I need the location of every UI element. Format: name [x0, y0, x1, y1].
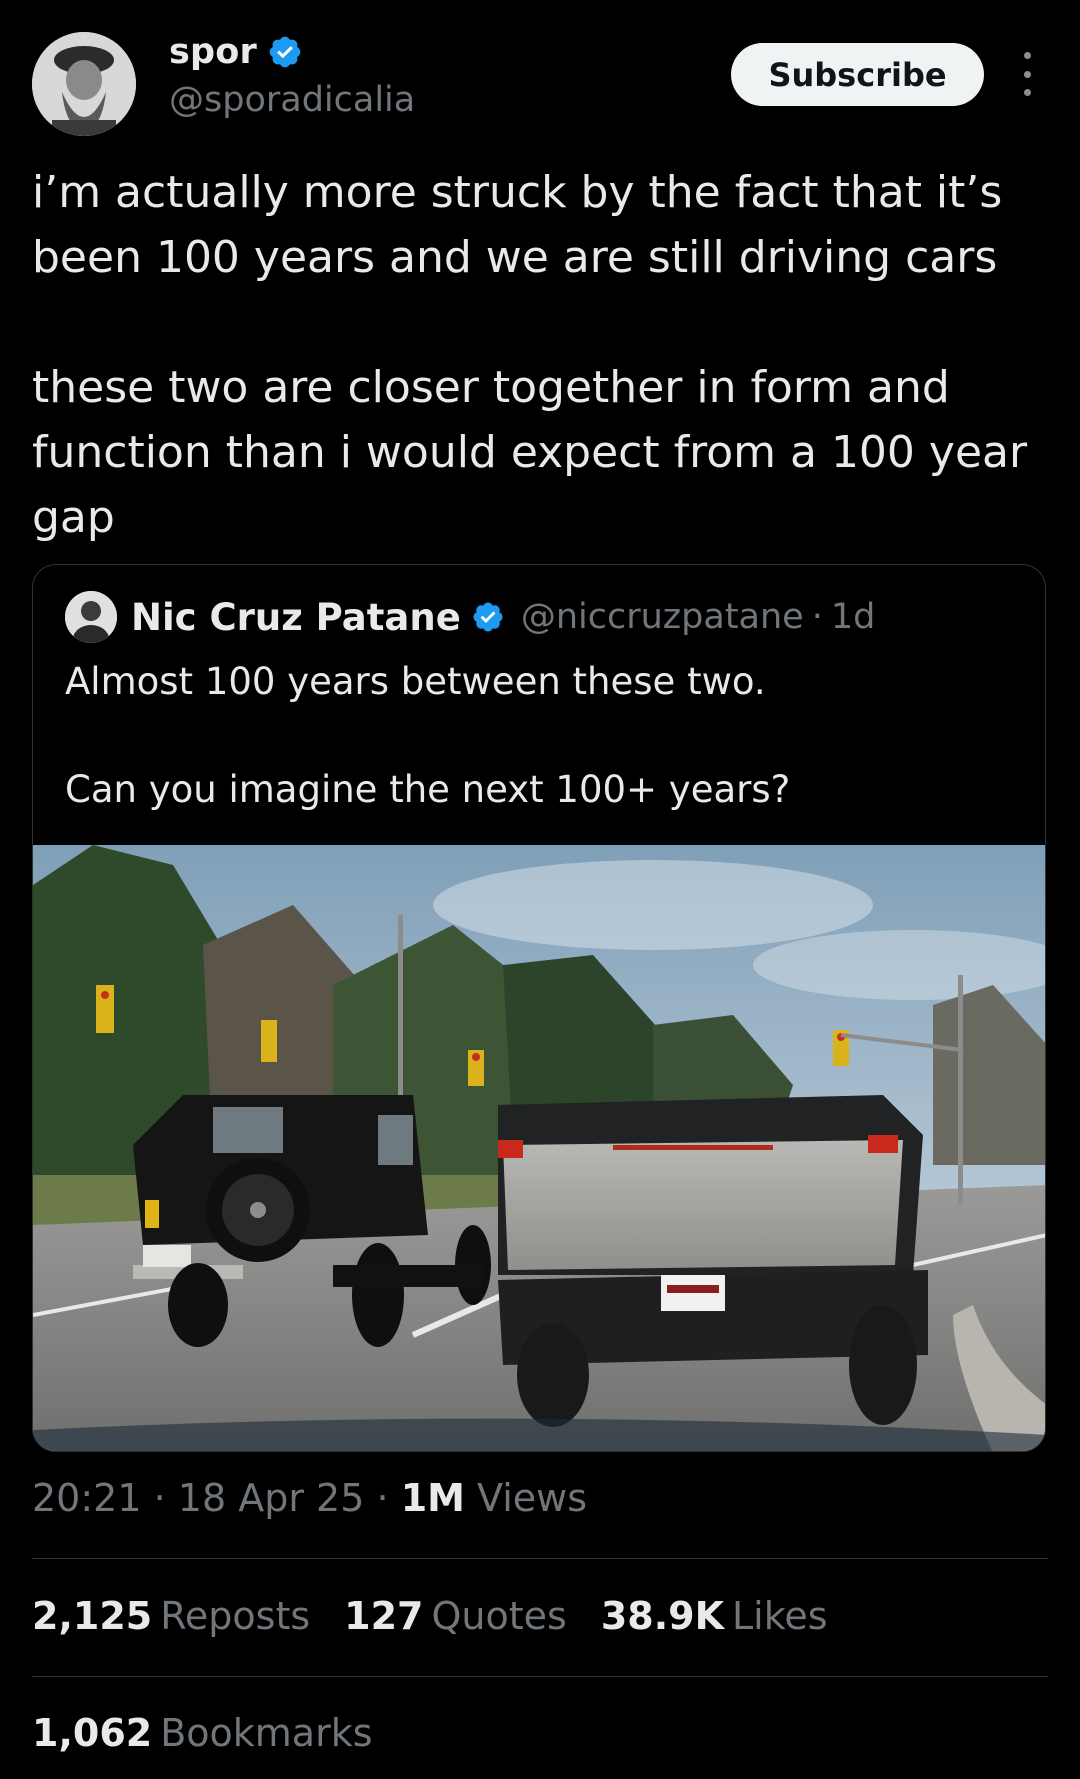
likes-label: Likes [732, 1594, 828, 1638]
bookmarks-count: 1,062 [32, 1711, 153, 1755]
likes-count: 38.9K [600, 1594, 725, 1638]
quote-text: Almost 100 years between these two. Can … [65, 660, 791, 811]
quote-verified-badge-icon [473, 602, 503, 632]
quote-time: 1d [830, 597, 876, 637]
quote-author-name: Nic Cruz Patane [131, 595, 461, 639]
views-label: Views [477, 1476, 588, 1520]
tweet-date[interactable]: 18 Apr 25 [178, 1476, 365, 1520]
author-display-name[interactable]: spor [169, 32, 257, 72]
quote-separator: · [811, 597, 823, 637]
author-name-row: spor [169, 30, 303, 74]
more-vertical-icon[interactable] [1014, 52, 1040, 96]
author-avatar[interactable] [32, 32, 136, 136]
author-handle[interactable]: @sporadicalia [169, 80, 415, 120]
subscribe-button[interactable]: Subscribe [731, 43, 984, 106]
quote-author-avatar [65, 591, 117, 643]
quotes-label: Quotes [431, 1594, 567, 1638]
engagement-stats: 2,125 Reposts 127 Quotes 38.9K Likes [32, 1594, 862, 1638]
verified-badge-icon [269, 36, 301, 68]
likes-stat[interactable]: 38.9K Likes [601, 1594, 828, 1638]
tweet-text: i’m actually more struck by the fact tha… [32, 167, 1028, 543]
divider [32, 1558, 1048, 1559]
quote-header: Nic Cruz Patane @niccruzpatane · 1d [65, 591, 875, 643]
bookmarks-stat[interactable]: 1,062 Bookmarks [32, 1711, 373, 1755]
tweet-time[interactable]: 20:21 [32, 1476, 142, 1520]
tweet-meta: 20:21 · 18 Apr 25 · 1M Views [32, 1476, 587, 1520]
quoted-tweet-card[interactable]: Nic Cruz Patane @niccruzpatane · 1d Almo… [32, 564, 1046, 1452]
divider [32, 1676, 1048, 1677]
meta-separator: · [153, 1476, 166, 1520]
reposts-count: 2,125 [32, 1594, 153, 1638]
quotes-stat[interactable]: 127 Quotes [344, 1594, 567, 1638]
quotes-count: 127 [344, 1594, 424, 1638]
reposts-label: Reposts [160, 1594, 311, 1638]
quote-author-handle: @niccruzpatane [520, 597, 804, 637]
bookmarks-label: Bookmarks [160, 1711, 373, 1755]
reposts-stat[interactable]: 2,125 Reposts [32, 1594, 310, 1638]
meta-separator: · [376, 1476, 389, 1520]
views-count: 1M [400, 1476, 465, 1520]
quote-photo[interactable] [33, 845, 1046, 1452]
